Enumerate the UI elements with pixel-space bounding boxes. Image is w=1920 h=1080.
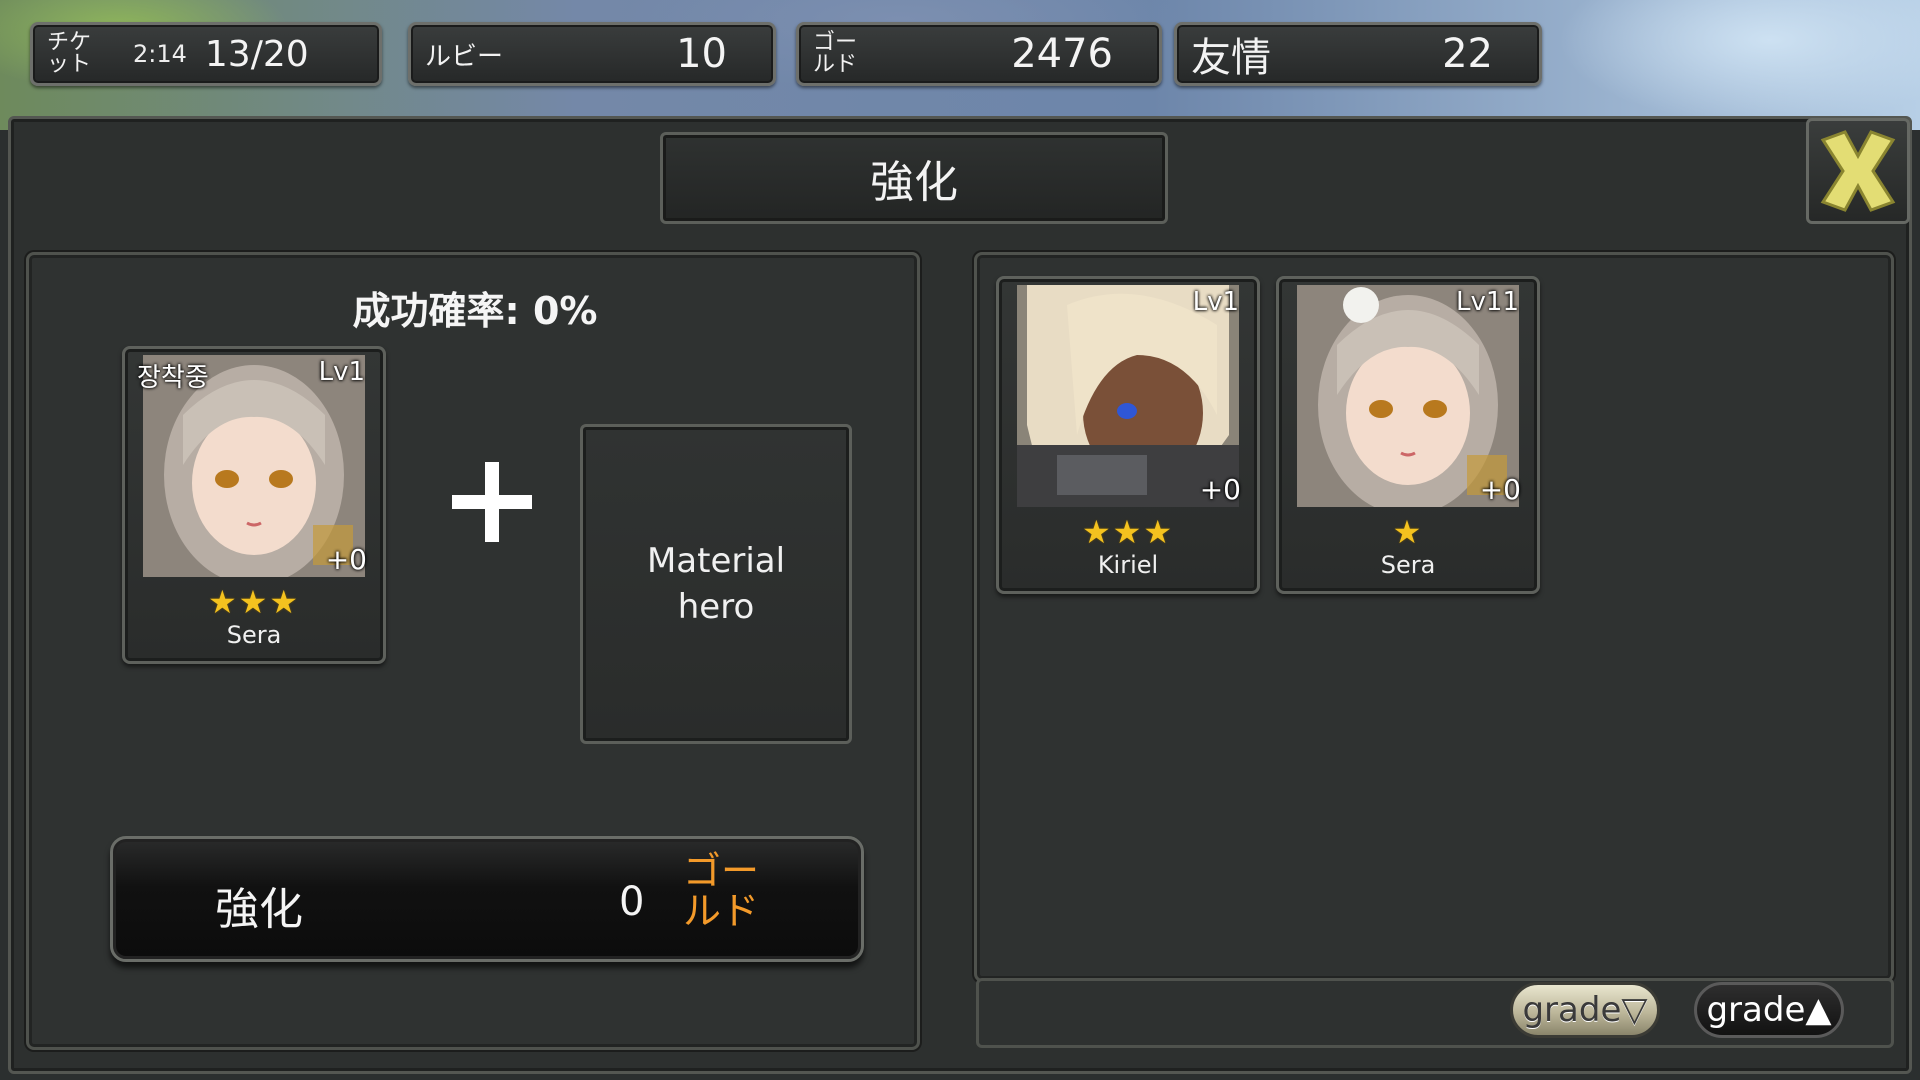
hero-stars: ★★★ xyxy=(207,583,301,621)
sort-grade-asc-button[interactable]: grade▲ xyxy=(1694,982,1844,1038)
gold-counter: ゴールド 2476 xyxy=(796,22,1162,86)
hero-card-sera[interactable]: Lv11 +0 ★ Sera xyxy=(1276,276,1540,594)
ruby-value: 10 xyxy=(676,31,727,77)
enhance-cost: 0 xyxy=(619,879,645,925)
close-icon xyxy=(1820,130,1896,212)
material-hero-slot[interactable]: Material hero xyxy=(580,424,852,744)
window-title: 強化 xyxy=(660,132,1168,224)
ruby-label: ルビー xyxy=(425,41,504,72)
hero-stars: ★★★ xyxy=(1081,513,1175,551)
ruby-counter: ルビー 10 xyxy=(408,22,776,86)
window-title-text: 強化 xyxy=(870,157,958,208)
hero-stars: ★ xyxy=(1392,513,1424,551)
hero-level: Lv1 xyxy=(318,357,365,387)
ticket-value: 13/20 xyxy=(204,33,309,75)
base-hero-card[interactable]: 장착중 Lv1 +0 ★★★ Sera xyxy=(122,346,386,664)
hero-level: Lv11 xyxy=(1456,287,1519,317)
gold-label: ゴールド xyxy=(813,30,858,77)
hero-name: Sera xyxy=(1380,551,1436,579)
equipped-label: 장착중 xyxy=(137,363,209,393)
enhance-button[interactable]: 強化 0 ゴールド xyxy=(110,836,864,962)
hero-name: Sera xyxy=(226,621,282,649)
friendship-counter: 友情 22 xyxy=(1174,22,1542,86)
hero-card-kiriel[interactable]: Lv1 +0 ★★★ Kiriel xyxy=(996,276,1260,594)
hero-plus: +0 xyxy=(1199,473,1241,506)
enhance-button-label: 強化 xyxy=(215,884,303,935)
plus-icon xyxy=(452,462,532,542)
gold-value: 2476 xyxy=(1011,31,1113,77)
hero-level: Lv1 xyxy=(1192,287,1239,317)
hero-plus: +0 xyxy=(1479,473,1521,506)
sort-grade-desc-button[interactable]: grade▽ xyxy=(1510,982,1660,1038)
ticket-counter: チケット 2:14 13/20 xyxy=(30,22,382,86)
ticket-label: チケット xyxy=(47,30,92,77)
success-rate: 成功確率: 0% xyxy=(352,289,598,333)
ticket-timer: 2:14 xyxy=(133,40,187,68)
friendship-label: 友情 xyxy=(1191,35,1271,81)
hero-name: Kiriel xyxy=(1097,551,1159,579)
material-hero-label: Material hero xyxy=(646,541,786,627)
friendship-value: 22 xyxy=(1442,31,1493,77)
close-button[interactable] xyxy=(1806,118,1910,224)
enhance-cost-unit: ゴールド xyxy=(682,849,759,933)
hero-plus: +0 xyxy=(325,543,367,576)
